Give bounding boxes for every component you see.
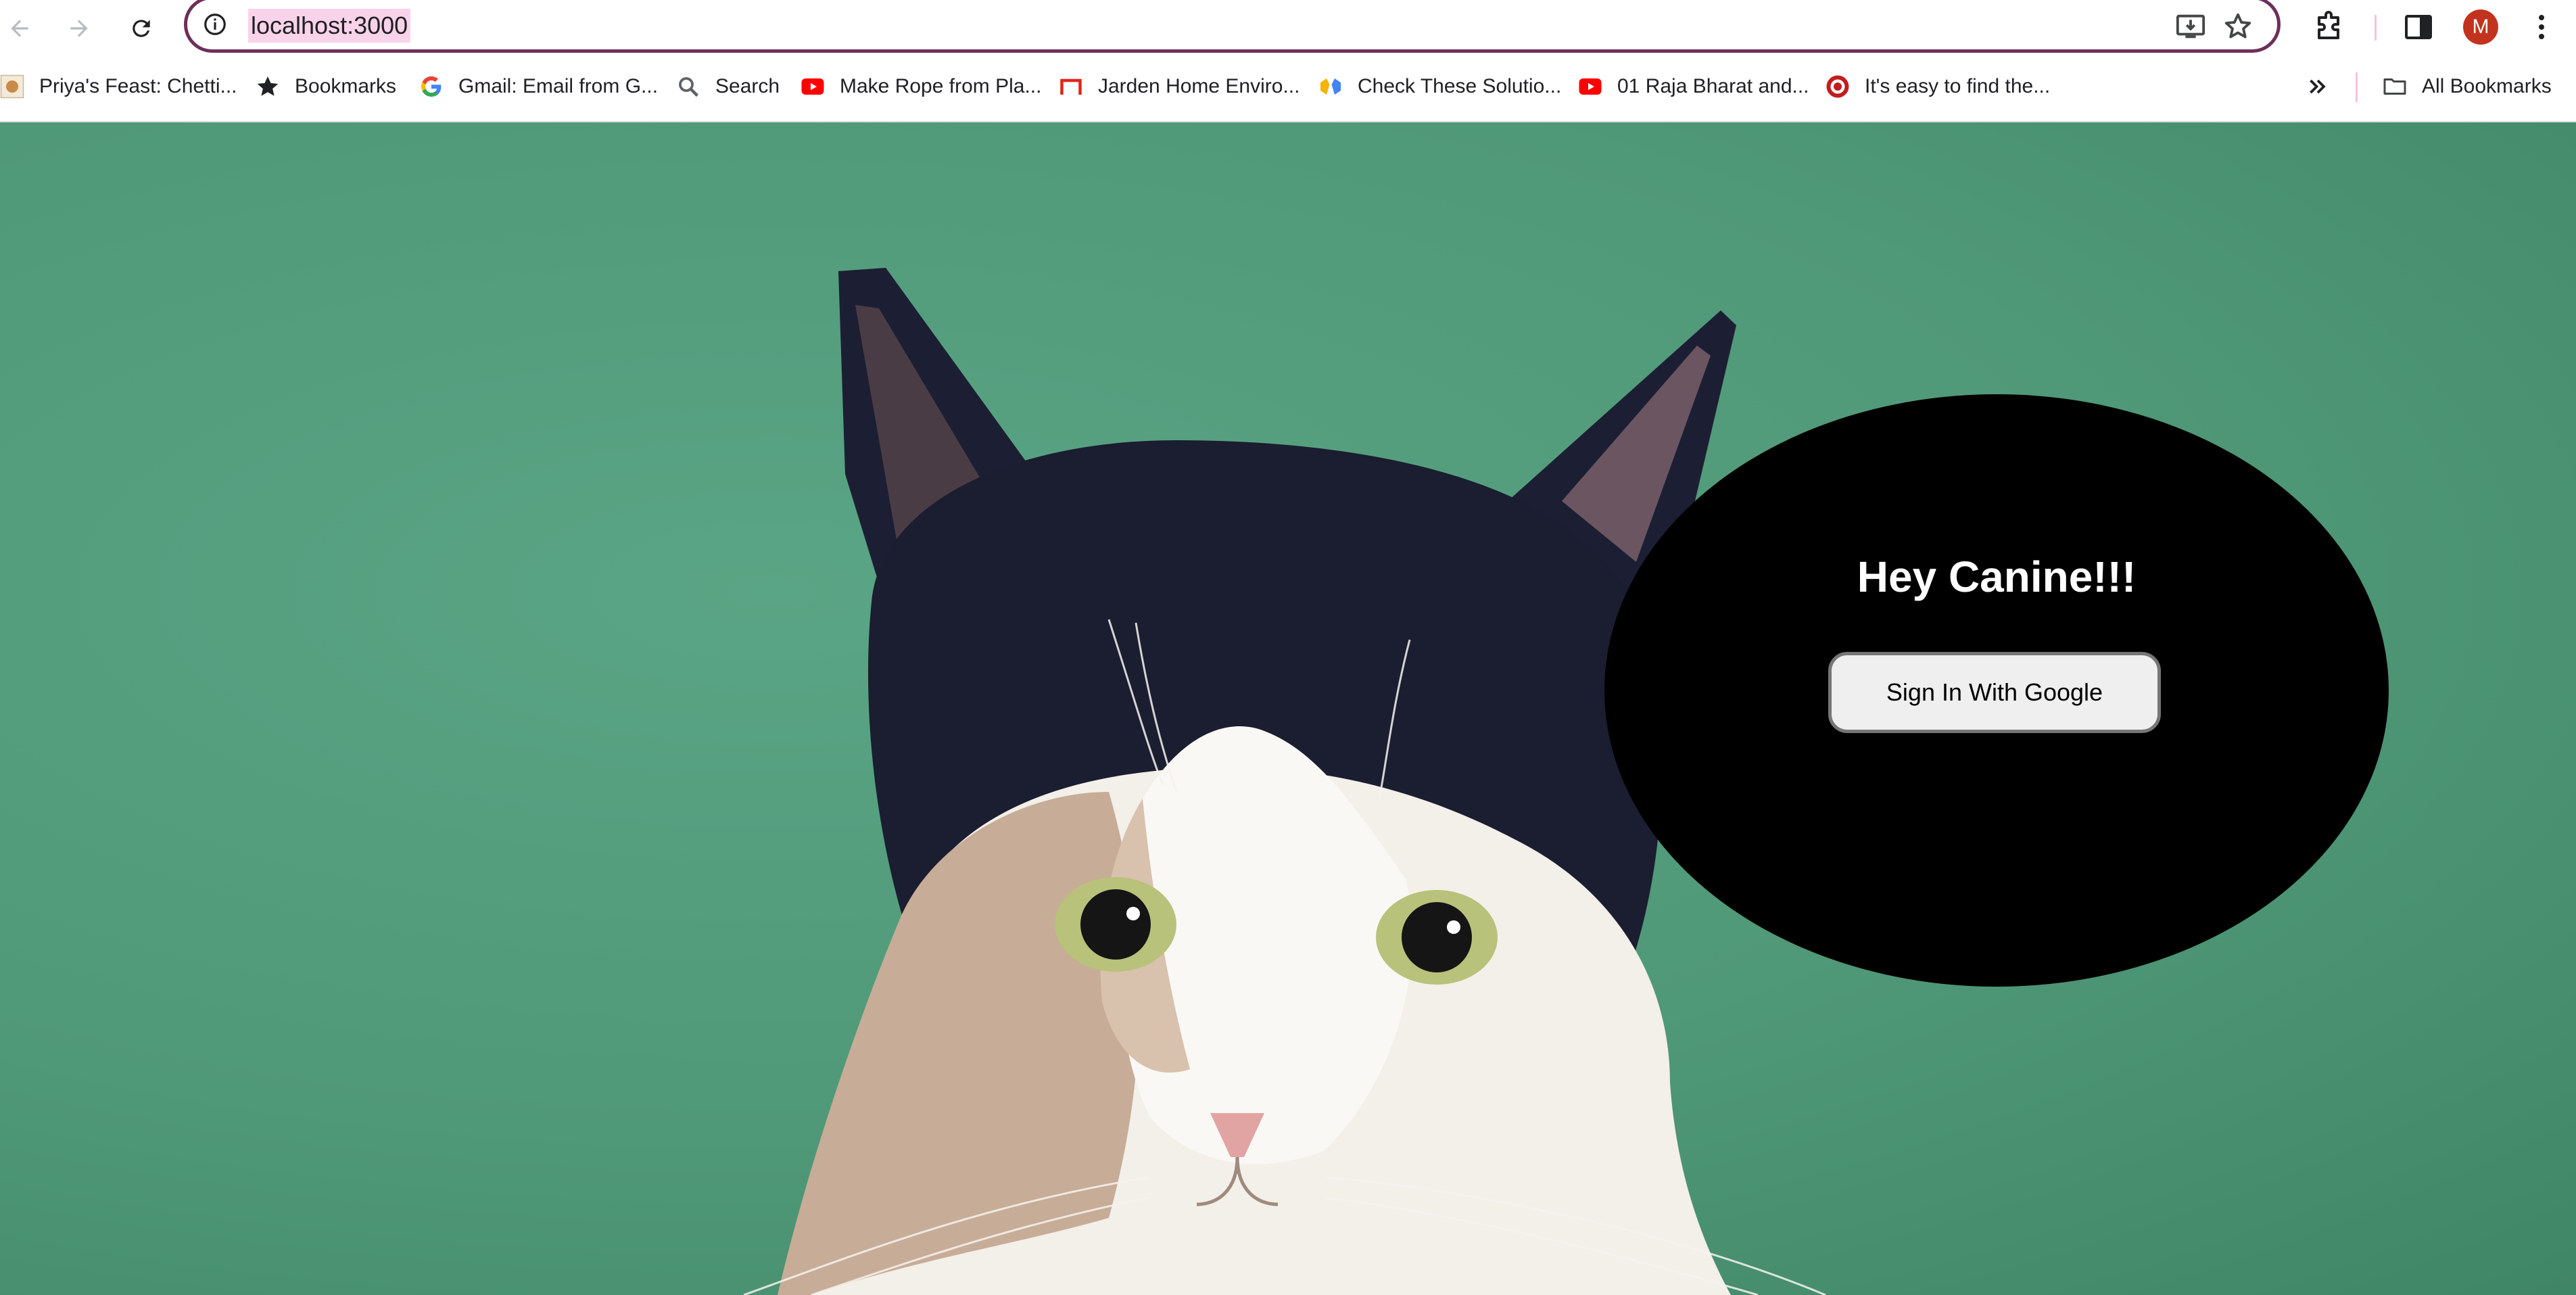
bookmark-easy-to-find[interactable]: It's easy to find the... [1826, 71, 2050, 102]
forward-button[interactable] [59, 9, 99, 48]
bookmark-label: Search [715, 75, 780, 97]
bookmark-label: Make Rope from Pla... [840, 75, 1042, 97]
profile-avatar[interactable]: M [2463, 9, 2498, 45]
bookmark-priyas-feast[interactable]: Priya's Feast: Chetti... [0, 71, 237, 102]
hands-icon [1320, 78, 1341, 95]
chevron-double-right-icon [2310, 79, 2326, 94]
page-viewport: Hey Canine!!! Sign In With Google [0, 122, 2576, 1295]
bookmark-label: Bookmarks [295, 75, 397, 97]
bookmark-search[interactable]: Search [676, 71, 780, 102]
reload-icon [133, 20, 150, 37]
bookmark-bookmarks-folder[interactable]: Bookmarks [256, 71, 396, 102]
sign-in-with-google-button[interactable]: Sign In With Google [1828, 652, 2161, 733]
star-icon [257, 76, 279, 96]
bookmark-label: 01 Raja Bharat and... [1617, 75, 1809, 97]
bookmark-label: Jarden Home Enviro... [1098, 75, 1300, 97]
info-icon[interactable] [202, 11, 228, 37]
site-favicon-icon [1826, 75, 1849, 98]
youtube-icon [1579, 78, 1602, 95]
bookmark-label: Priya's Feast: Chetti... [39, 75, 237, 97]
all-bookmarks-label: All Bookmarks [2422, 75, 2552, 97]
reload-button[interactable] [122, 9, 161, 48]
youtube-icon [801, 78, 824, 95]
bookmark-check-solutions[interactable]: Check These Solutio... [1318, 71, 1561, 102]
forward-icon [70, 20, 88, 37]
kebab-menu-icon[interactable] [2525, 11, 2558, 43]
search-icon [679, 77, 699, 97]
site-favicon-icon [0, 74, 24, 99]
install-app-icon[interactable] [2175, 11, 2206, 42]
welcome-bubble: Hey Canine!!! Sign In With Google [1604, 394, 2389, 987]
side-panel-icon[interactable] [2402, 11, 2435, 43]
bookmarks-overflow-button[interactable] [2306, 71, 2330, 102]
url-text[interactable]: localhost:3000 [248, 9, 411, 43]
bookmark-raja-bharat[interactable]: 01 Raja Bharat and... [1578, 71, 1809, 102]
jarden-icon [1060, 78, 1082, 95]
bookmarks-bar: Priya's Feast: Chetti... Bookmarks Gmail… [0, 56, 2576, 122]
back-icon [11, 20, 28, 37]
address-bar[interactable]: localhost:3000 [184, 0, 2281, 53]
bookmark-make-rope[interactable]: Make Rope from Pla... [801, 71, 1041, 102]
bookmark-label: Gmail: Email from G... [458, 75, 659, 97]
back-button[interactable] [0, 9, 39, 48]
toolbar-divider [2375, 15, 2377, 41]
bookmark-gmail[interactable]: Gmail: Email from G... [419, 71, 658, 102]
bookmark-jarden-home[interactable]: Jarden Home Enviro... [1059, 71, 1299, 102]
all-bookmarks-button[interactable]: All Bookmarks [2383, 71, 2552, 102]
bookmark-label: Check These Solutio... [1358, 75, 1562, 97]
bookmarks-divider [2356, 72, 2358, 102]
folder-icon [2383, 78, 2406, 95]
page-title: Hey Canine!!! [1857, 552, 2137, 601]
star-icon[interactable] [2222, 11, 2253, 42]
browser-toolbar: localhost:3000 M [0, 0, 2576, 56]
bookmark-label: It's easy to find the... [1865, 75, 2051, 97]
extensions-icon[interactable] [2312, 11, 2345, 43]
google-icon [421, 76, 442, 97]
